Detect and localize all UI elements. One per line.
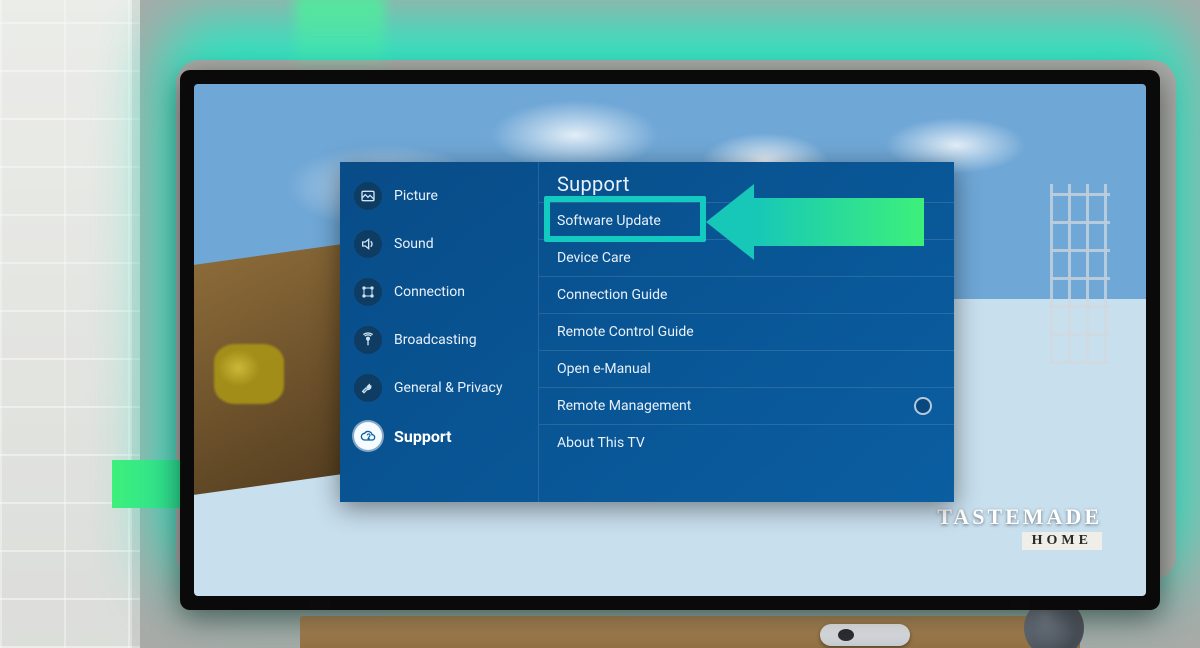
content-item-label: Device Care — [557, 250, 631, 266]
content-item-open-e-manual[interactable]: Open e-Manual — [539, 350, 954, 387]
screen-foreground-object — [214, 344, 284, 404]
tv-console — [300, 616, 1080, 648]
content-item-label: About This TV — [557, 435, 645, 451]
annotation-arrow-right — [706, 184, 924, 260]
sidebar-item-label: Connection — [394, 284, 526, 300]
broadcast-watermark: TASTEMADE HOME — [937, 504, 1102, 550]
sidebar-item-general-privacy[interactable]: General & Privacy — [340, 364, 538, 412]
content-item-remote-control-guide[interactable]: Remote Control Guide — [539, 313, 954, 350]
sidebar-item-label: Sound — [394, 236, 526, 252]
content-item-label: Remote Control Guide — [557, 324, 694, 340]
ambient-glow-column — [295, 0, 385, 76]
wrench-icon — [354, 374, 382, 402]
radio-indicator-icon — [914, 397, 932, 415]
broadcast-subbrand: HOME — [1022, 532, 1102, 550]
sidebar-item-label: General & Privacy — [394, 380, 526, 396]
content-item-remote-management[interactable]: Remote Management — [539, 387, 954, 424]
sidebar-item-label: Broadcasting — [394, 332, 526, 348]
tv-screen: TASTEMADE HOME Picture — [194, 84, 1146, 596]
content-item-label: Connection Guide — [557, 287, 667, 303]
content-item-label: Remote Management — [557, 398, 691, 414]
sidebar-item-label: Support — [394, 427, 526, 446]
brick-wall — [0, 0, 140, 648]
sidebar-item-sound[interactable]: Sound — [340, 220, 538, 268]
content-item-label: Software Update — [557, 213, 661, 229]
broadcast-icon — [354, 326, 382, 354]
remote-control — [820, 624, 910, 646]
tv-frame: TASTEMADE HOME Picture — [180, 70, 1160, 610]
room-scene: TASTEMADE HOME Picture — [0, 0, 1200, 648]
content-item-connection-guide[interactable]: Connection Guide — [539, 276, 954, 313]
sidebar-item-picture[interactable]: Picture — [340, 172, 538, 220]
sidebar-item-support[interactable]: Support — [340, 412, 538, 460]
sidebar-item-label: Picture — [394, 188, 526, 204]
cloud-help-icon — [354, 422, 382, 450]
sound-icon — [354, 230, 382, 258]
sidebar-item-connection[interactable]: Connection — [340, 268, 538, 316]
content-item-about-this-tv[interactable]: About This TV — [539, 424, 954, 461]
content-item-label: Open e-Manual — [557, 361, 651, 377]
settings-sidebar: Picture Sound — [340, 162, 539, 502]
sidebar-item-broadcasting[interactable]: Broadcasting — [340, 316, 538, 364]
broadcast-brand: TASTEMADE — [937, 504, 1102, 530]
picture-icon — [354, 182, 382, 210]
scaffold-structure — [1050, 184, 1110, 364]
connection-icon — [354, 278, 382, 306]
